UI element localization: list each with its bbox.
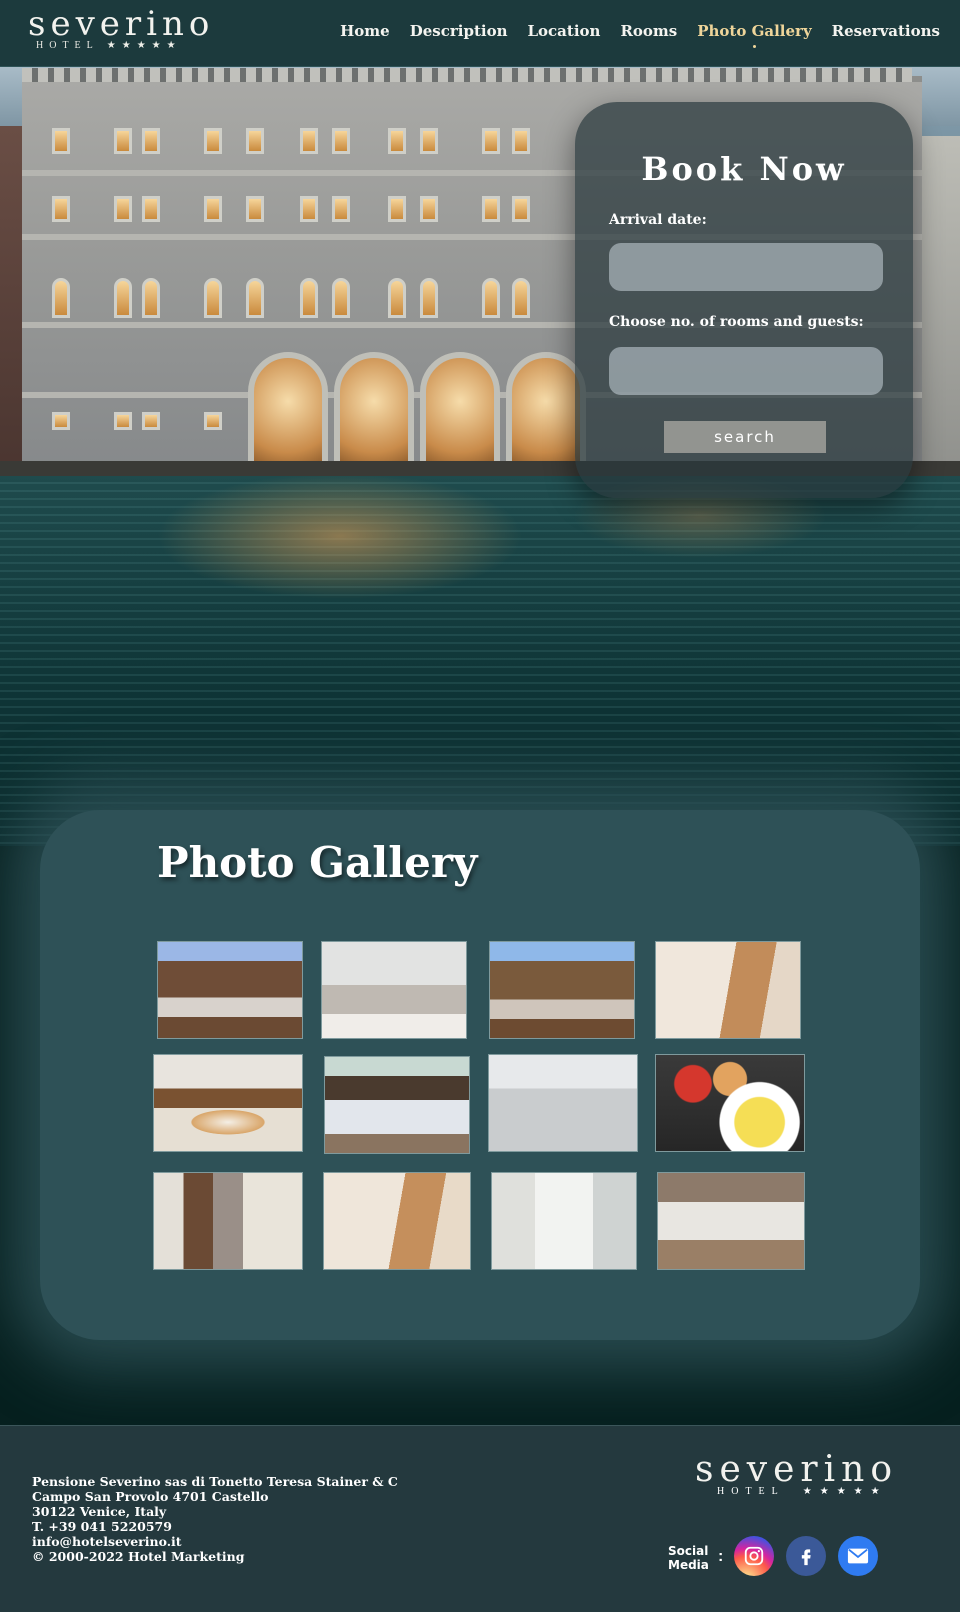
footer-city: 30122 Venice, Italy xyxy=(32,1504,167,1519)
logo-hotel-text: HOTEL xyxy=(36,40,99,51)
photo-gallery-section: Photo Gallery xyxy=(40,810,920,1340)
booking-panel: Book Now Arrival date: Choose no. of roo… xyxy=(575,102,913,498)
mail-icon[interactable] xyxy=(838,1536,878,1576)
logo-stars: ★★★★★ xyxy=(106,40,182,51)
footer-logo-stars: ★★★★★ xyxy=(802,1486,888,1497)
footer: Pensione Severino sas di Tonetto Teresa … xyxy=(0,1425,960,1612)
footer-address: Pensione Severino sas di Tonetto Teresa … xyxy=(32,1474,398,1564)
social-colon: : xyxy=(718,1548,724,1565)
gallery-thumb-double-room-2[interactable] xyxy=(489,941,635,1039)
footer-email[interactable]: info@hotelseverino.it xyxy=(32,1534,398,1549)
main-menu: Home Description Location Rooms Photo Ga… xyxy=(340,22,940,48)
gallery-thumb-bar-counter[interactable] xyxy=(324,1056,470,1154)
hotel-logo[interactable]: severino HOTEL ★★★★★ xyxy=(28,4,215,51)
footer-logo-wordmark: severino xyxy=(695,1449,899,1490)
instagram-icon[interactable] xyxy=(734,1536,774,1576)
gallery-thumb-breakfast-hall[interactable] xyxy=(153,1054,303,1152)
social-label-line-1: Social xyxy=(668,1544,709,1558)
facebook-icon[interactable] xyxy=(786,1536,826,1576)
gallery-thumb-double-room[interactable] xyxy=(157,941,303,1039)
footer-logo[interactable]: severino HOTEL ★★★★★ xyxy=(695,1449,915,1498)
arrival-date-input[interactable] xyxy=(609,243,883,291)
gallery-thumb-corridor[interactable] xyxy=(153,1172,303,1270)
nav-rooms[interactable]: Rooms xyxy=(620,22,677,40)
nav-reservations[interactable]: Reservations xyxy=(832,22,940,40)
gallery-thumb-twin-room[interactable] xyxy=(321,941,467,1039)
nav-home[interactable]: Home xyxy=(340,22,390,40)
canal-water xyxy=(0,476,960,846)
top-navbar: severino HOTEL ★★★★★ Home Description Lo… xyxy=(0,0,960,67)
footer-street: Campo San Provolo 4701 Castello xyxy=(32,1489,269,1504)
gallery-thumb-breakfast-plate[interactable] xyxy=(655,1054,805,1152)
footer-company: Pensione Severino sas di Tonetto Teresa … xyxy=(32,1474,398,1489)
gallery-title: Photo Gallery xyxy=(157,838,478,887)
footer-phone[interactable]: T. +39 041 5220579 xyxy=(32,1519,398,1534)
gallery-thumb-dining-room[interactable] xyxy=(657,1172,805,1270)
social-media-label: Social Media xyxy=(668,1544,709,1572)
logo-wordmark: severino xyxy=(28,4,215,44)
booking-title: Book Now xyxy=(641,150,847,188)
rooms-guests-label: Choose no. of rooms and guests: xyxy=(609,314,864,330)
gallery-thumb-breakfast-buffet[interactable] xyxy=(655,941,801,1039)
nav-photo-gallery[interactable]: Photo Gallery xyxy=(697,22,812,48)
arrival-date-label: Arrival date: xyxy=(609,212,707,228)
social-label-line-2: Media xyxy=(668,1558,709,1572)
gallery-thumb-breakfast-buffet-2[interactable] xyxy=(323,1172,471,1270)
footer-logo-hotel-text: HOTEL xyxy=(717,1486,785,1497)
footer-copyright: © 2000-2022 Hotel Marketing xyxy=(32,1549,245,1564)
gallery-thumb-bathroom-shower[interactable] xyxy=(491,1172,637,1270)
search-button[interactable]: search xyxy=(664,421,826,453)
nav-description[interactable]: Description xyxy=(410,22,508,40)
nav-location[interactable]: Location xyxy=(527,22,600,40)
gallery-thumb-conference-room[interactable] xyxy=(488,1054,638,1152)
rooms-guests-input[interactable] xyxy=(609,347,883,395)
